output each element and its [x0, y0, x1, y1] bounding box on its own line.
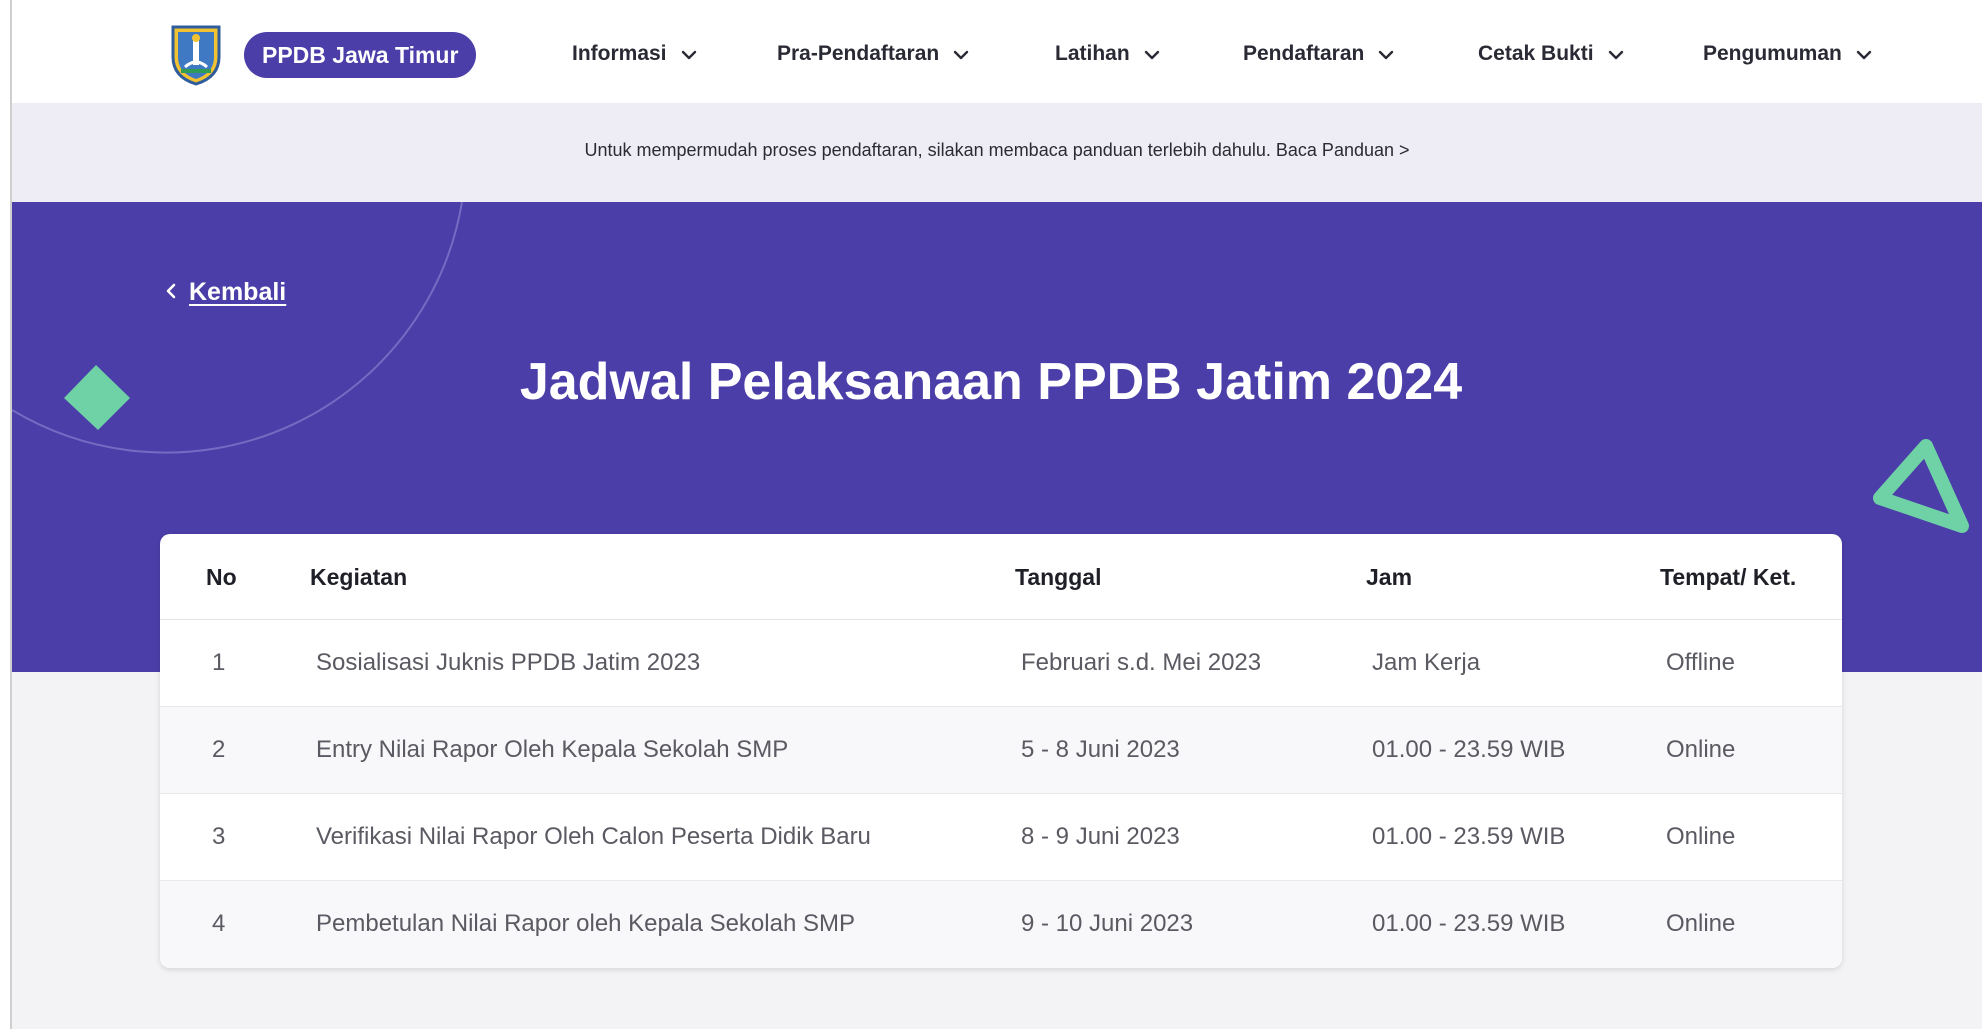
cell-tanggal: Februari s.d. Mei 2023 [1021, 649, 1262, 676]
info-message: Untuk mempermudah proses pendaftaran, si… [584, 140, 1271, 160]
cell-no: 2 [212, 736, 226, 763]
chevron-down-icon [1144, 42, 1160, 66]
nav-label: Latihan [1055, 42, 1130, 65]
cell-tanggal: 8 - 9 Juni 2023 [1021, 823, 1180, 850]
cell-kegiatan: Verifikasi Nilai Rapor Oleh Calon Pesert… [316, 823, 871, 850]
back-link[interactable]: Kembali [165, 278, 286, 307]
cell-tanggal: 9 - 10 Juni 2023 [1021, 910, 1194, 937]
header-jam: Jam [1366, 564, 1413, 590]
chevron-down-icon [1378, 42, 1394, 66]
nav-label: Pengumuman [1703, 42, 1842, 65]
guide-link[interactable]: Baca Panduan > [1276, 140, 1410, 160]
nav-pra-pendaftaran[interactable]: Pra-Pendaftaran [777, 42, 969, 66]
info-banner: Untuk mempermudah proses pendaftaran, si… [12, 103, 1982, 202]
nav-label: Pra-Pendaftaran [777, 42, 940, 65]
chevron-down-icon [1608, 42, 1624, 66]
cell-kegiatan: Pembetulan Nilai Rapor oleh Kepala Sekol… [316, 910, 855, 937]
cell-tempat: Online [1666, 823, 1736, 850]
header-tanggal: Tanggal [1015, 564, 1102, 590]
cell-kegiatan: Sosialisasi Juknis PPDB Jatim 2023 [316, 649, 701, 676]
back-label: Kembali [189, 278, 287, 306]
header-tempat: Tempat/ Ket. [1660, 564, 1797, 590]
nav-label: Cetak Bukti [1478, 42, 1594, 65]
cell-tempat: Offline [1666, 649, 1735, 676]
page-title: Jadwal Pelaksanaan PPDB Jatim 2024 [519, 353, 1463, 411]
chevron-down-icon [953, 42, 969, 66]
chevron-down-icon [681, 42, 697, 66]
east-java-emblem-logo[interactable] [167, 21, 225, 87]
nav-cetak-bukti[interactable]: Cetak Bukti [1478, 42, 1624, 66]
cell-tempat: Online [1666, 736, 1736, 763]
cell-tanggal: 5 - 8 Juni 2023 [1021, 736, 1180, 763]
triangle-shape [1873, 439, 1969, 533]
nav-pendaftaran[interactable]: Pendaftaran [1243, 42, 1394, 66]
page: PPDB Jawa Timur Informasi Pra-Pendaftara… [0, 0, 1982, 1029]
schedule-table: No Kegiatan Tanggal Jam Tempat/ Ket. 1 S… [160, 534, 1842, 968]
cell-no: 3 [212, 823, 226, 850]
nav-latihan[interactable]: Latihan [1055, 42, 1160, 66]
cell-jam: 01.00 - 23.59 WIB [1372, 910, 1566, 937]
chevron-left-icon [165, 278, 177, 306]
table-row: 1 Sosialisasi Juknis PPDB Jatim 2023 Feb… [160, 620, 1842, 707]
nav-label: Pendaftaran [1243, 42, 1365, 65]
cell-kegiatan: Entry Nilai Rapor Oleh Kepala Sekolah SM… [316, 736, 789, 763]
cell-no: 1 [212, 649, 226, 676]
nav-informasi[interactable]: Informasi [572, 42, 697, 66]
table-row: 4 Pembetulan Nilai Rapor oleh Kepala Sek… [160, 881, 1842, 968]
table-row: 2 Entry Nilai Rapor Oleh Kepala Sekolah … [160, 707, 1842, 794]
header-kegiatan: Kegiatan [310, 564, 408, 590]
top-navbar: PPDB Jawa Timur Informasi Pra-Pendaftara… [12, 6, 1982, 103]
header-no: No [206, 564, 237, 590]
nav-pengumuman[interactable]: Pengumuman [1703, 42, 1872, 66]
chevron-down-icon [1856, 42, 1872, 66]
table-header: No Kegiatan Tanggal Jam Tempat/ Ket. [160, 534, 1842, 620]
cell-jam: Jam Kerja [1372, 649, 1481, 676]
cell-no: 4 [212, 910, 226, 937]
cell-jam: 01.00 - 23.59 WIB [1372, 736, 1566, 763]
cell-jam: 01.00 - 23.59 WIB [1372, 823, 1566, 850]
nav-label: Informasi [572, 42, 667, 65]
table-row: 3 Verifikasi Nilai Rapor Oleh Calon Pese… [160, 794, 1842, 881]
cell-tempat: Online [1666, 910, 1736, 937]
info-text-line: Untuk mempermudah proses pendaftaran, si… [12, 140, 1982, 161]
brand-badge[interactable]: PPDB Jawa Timur [244, 32, 477, 78]
